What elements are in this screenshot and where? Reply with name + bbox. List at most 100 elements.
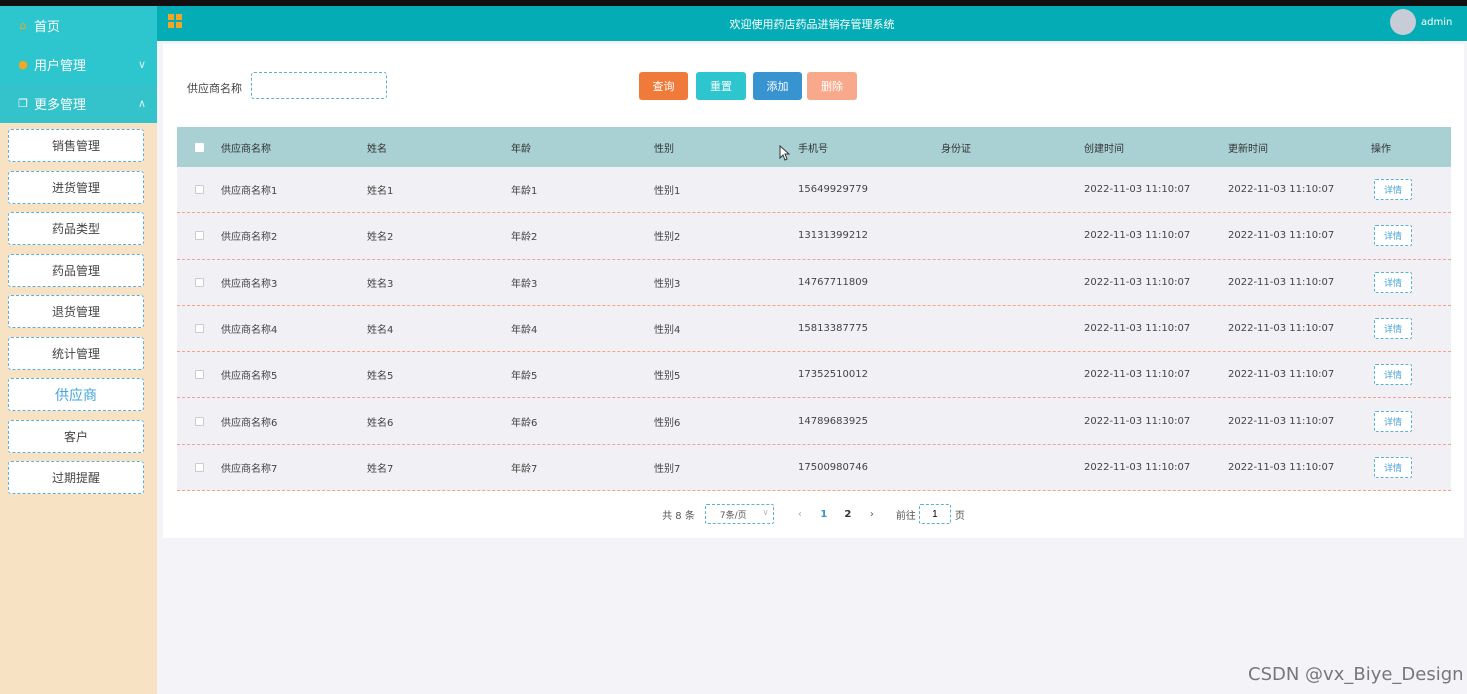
query-button[interactable]: 查询 — [639, 72, 688, 100]
pagination: 共 8 条 7条/页 ∨ ‹ 1 2 › 前往 页 — [163, 504, 1464, 524]
table-row: 供应商名称2 姓名2 年龄2 性别2 13131399212 2022-11-0… — [177, 213, 1451, 260]
submenu-item-drug-type[interactable]: 药品类型 — [8, 212, 144, 245]
page-size-value: 7条/页 — [719, 510, 747, 521]
cell-supplier: 供应商名称7 — [221, 463, 278, 475]
submenu-item-supplier[interactable]: 供应商 — [8, 378, 144, 411]
prev-page-icon[interactable]: ‹ — [788, 509, 812, 520]
submenu-list: 销售管理 进货管理 药品类型 药品管理 退货管理 统计管理 供应商 客户 过期提… — [0, 123, 157, 494]
select-all-checkbox[interactable] — [194, 142, 204, 152]
chevron-down-icon: ∨ — [762, 508, 769, 518]
column-header: 年龄 — [511, 143, 531, 155]
cell-name: 姓名4 — [367, 325, 394, 337]
reset-button[interactable]: 重置 — [696, 72, 746, 100]
cell-created: 2022-11-03 11:10:07 — [1084, 369, 1191, 381]
row-checkbox[interactable] — [194, 370, 204, 380]
cell-gender: 性别1 — [654, 186, 681, 198]
cell-phone: 15813387775 — [798, 323, 868, 335]
page-number[interactable]: 1 — [812, 509, 836, 520]
cell-updated: 2022-11-03 11:10:07 — [1228, 184, 1335, 196]
cell-age: 年龄1 — [511, 186, 538, 198]
goto-label: 前往 — [895, 510, 916, 522]
cell-created: 2022-11-03 11:10:07 — [1084, 323, 1191, 335]
submenu-item-purchase[interactable]: 进货管理 — [8, 170, 144, 204]
cell-gender: 性别3 — [654, 278, 681, 290]
submenu-item-sales[interactable]: 销售管理 — [8, 129, 144, 162]
detail-button[interactable]: 详情 — [1374, 410, 1412, 432]
cell-supplier: 供应商名称4 — [221, 325, 278, 337]
row-checkbox[interactable] — [194, 185, 204, 195]
page-size-select[interactable]: 7条/页 ∨ — [704, 504, 774, 524]
submenu-item-customer[interactable]: 客户 — [8, 419, 144, 453]
page-number[interactable]: 2 — [836, 509, 860, 520]
row-checkbox[interactable] — [194, 231, 204, 241]
cell-gender: 性别6 — [654, 417, 681, 429]
cell-created: 2022-11-03 11:10:07 — [1084, 276, 1191, 288]
page-title: 欢迎使用药店药品进销存管理系统 — [729, 18, 895, 31]
row-checkbox[interactable] — [194, 416, 204, 426]
cell-updated: 2022-11-03 11:10:07 — [1228, 461, 1335, 473]
detail-button[interactable]: 详情 — [1374, 225, 1412, 247]
sidebar-item-more-management[interactable]: ❐ 更多管理 ∧ — [0, 84, 157, 123]
sidebar-header-menu: ⌂ 首页 ● 用户管理 ∨ ❐ 更多管理 ∧ — [0, 6, 157, 123]
detail-button[interactable]: 详情 — [1374, 364, 1412, 386]
column-header: 性别 — [654, 143, 674, 155]
cell-name: 姓名2 — [367, 232, 394, 244]
cell-age: 年龄5 — [511, 371, 538, 383]
cell-gender: 性别7 — [654, 463, 681, 475]
goto-page-input[interactable] — [918, 504, 951, 524]
delete-button[interactable]: 删除 — [807, 72, 857, 100]
username[interactable]: admin — [1421, 17, 1452, 28]
row-checkbox[interactable] — [194, 462, 204, 472]
table-row: 供应商名称7 姓名7 年龄7 性别7 17500980746 2022-11-0… — [177, 444, 1451, 492]
cell-age: 年龄6 — [511, 417, 538, 429]
supplier-table: 供应商名称 姓名 年龄 性别 手机号 身份证 创建时间 更新时间 操作 供应商名… — [177, 127, 1451, 492]
table-row: 供应商名称6 姓名6 年龄6 性别6 14789683925 2022-11-0… — [177, 398, 1451, 445]
column-header: 身份证 — [941, 143, 971, 155]
submenu-item-expiry-reminder[interactable]: 过期提醒 — [8, 461, 144, 494]
cell-created: 2022-11-03 11:10:07 — [1084, 230, 1191, 242]
cell-supplier: 供应商名称3 — [221, 278, 278, 290]
next-page-icon[interactable]: › — [860, 509, 884, 520]
top-header: 欢迎使用药店药品进销存管理系统 admin — [157, 6, 1467, 41]
cell-updated: 2022-11-03 11:10:07 — [1228, 323, 1335, 335]
watermark: CSDN @vx_Biye_Design — [1248, 664, 1464, 685]
cell-age: 年龄4 — [511, 325, 538, 337]
cell-phone: 14789683925 — [798, 415, 868, 427]
chevron-down-icon: ∨ — [137, 58, 147, 71]
cell-created: 2022-11-03 11:10:07 — [1084, 184, 1191, 196]
detail-button[interactable]: 详情 — [1374, 456, 1412, 478]
submenu-item-drug[interactable]: 药品管理 — [8, 253, 144, 287]
column-header: 操作 — [1371, 143, 1391, 155]
cell-updated: 2022-11-03 11:10:07 — [1228, 276, 1335, 288]
goto-page: 前往 页 — [896, 504, 965, 524]
row-checkbox[interactable] — [194, 324, 204, 334]
cell-updated: 2022-11-03 11:10:07 — [1228, 369, 1335, 381]
sidebar-item-label: 用户管理 — [34, 59, 87, 74]
cell-created: 2022-11-03 11:10:07 — [1084, 461, 1191, 473]
avatar[interactable] — [1390, 9, 1416, 35]
row-checkbox[interactable] — [194, 277, 204, 287]
cell-name: 姓名1 — [367, 186, 394, 198]
sidebar-item-home[interactable]: ⌂ 首页 — [0, 6, 157, 45]
cell-supplier: 供应商名称1 — [221, 186, 278, 198]
supplier-name-label: 供应商名称 — [187, 82, 242, 95]
user-icon: ● — [18, 58, 28, 71]
add-button[interactable]: 添加 — [753, 72, 802, 100]
submenu-item-returns[interactable]: 退货管理 — [8, 295, 144, 328]
cell-phone: 14767711809 — [798, 276, 868, 288]
home-icon: ⌂ — [19, 19, 27, 32]
cell-name: 姓名5 — [367, 371, 394, 383]
sidebar-item-label: 更多管理 — [34, 98, 87, 113]
sidebar-item-user-management[interactable]: ● 用户管理 ∨ — [0, 45, 157, 84]
column-header: 更新时间 — [1228, 143, 1268, 155]
detail-button[interactable]: 详情 — [1374, 271, 1412, 293]
copy-icon: ❐ — [18, 97, 28, 110]
supplier-name-input[interactable] — [251, 72, 387, 99]
detail-button[interactable]: 详情 — [1374, 318, 1412, 340]
submenu-item-statistics[interactable]: 统计管理 — [8, 336, 144, 370]
detail-button[interactable]: 详情 — [1374, 179, 1412, 201]
cell-gender: 性别4 — [654, 325, 681, 337]
cell-gender: 性别2 — [654, 232, 681, 244]
sidebar: ⌂ 首页 ● 用户管理 ∨ ❐ 更多管理 ∧ 销售管理 进货管理 药品类型 药品… — [0, 6, 157, 694]
cell-supplier: 供应商名称2 — [221, 232, 278, 244]
